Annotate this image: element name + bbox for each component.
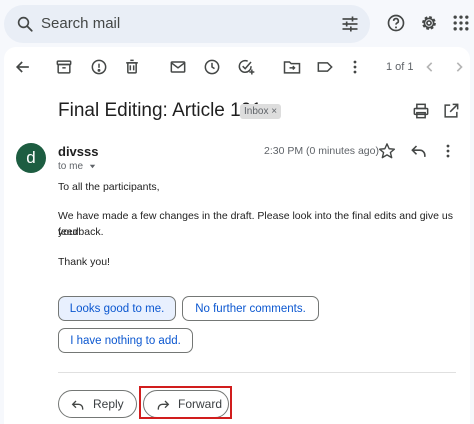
sender-name: divsss bbox=[58, 144, 99, 159]
smart-reply-chip[interactable]: Looks good to me. bbox=[58, 296, 176, 321]
chevron-down-icon[interactable] bbox=[88, 162, 97, 171]
smart-reply-chip[interactable]: I have nothing to add. bbox=[58, 328, 193, 353]
reply-icon bbox=[70, 397, 86, 413]
body-line: To all the participants, bbox=[58, 181, 160, 193]
search-input[interactable]: Search mail bbox=[41, 15, 120, 32]
delete-icon[interactable] bbox=[122, 57, 142, 77]
back-icon[interactable] bbox=[13, 57, 33, 77]
email-subject: Final Editing: Article 101 bbox=[58, 100, 262, 121]
divider bbox=[58, 372, 456, 373]
open-new-window-icon[interactable] bbox=[441, 101, 461, 121]
smart-reply-chip[interactable]: No further comments. bbox=[182, 296, 319, 321]
star-icon[interactable] bbox=[377, 141, 397, 161]
highlight-box bbox=[139, 386, 232, 419]
reply-label: Reply bbox=[93, 397, 124, 411]
search-icon[interactable] bbox=[16, 15, 34, 33]
reply-icon[interactable] bbox=[409, 141, 429, 161]
move-to-icon[interactable] bbox=[282, 57, 302, 77]
message-time: 2:30 PM (0 minutes ago) bbox=[264, 145, 379, 157]
help-icon[interactable] bbox=[386, 13, 406, 33]
more-icon[interactable] bbox=[438, 141, 458, 161]
report-spam-icon[interactable] bbox=[89, 57, 109, 77]
body-line: Thank you! bbox=[58, 256, 110, 268]
search-bar[interactable]: Search mail bbox=[4, 5, 370, 43]
more-icon[interactable] bbox=[345, 57, 365, 77]
next-icon[interactable] bbox=[449, 57, 469, 77]
print-icon[interactable] bbox=[411, 101, 431, 121]
recipient-label: to me bbox=[58, 161, 84, 172]
body-line: We have made a few changes in the draft.… bbox=[58, 210, 453, 238]
label-icon[interactable] bbox=[315, 57, 335, 77]
body-line: feedback. bbox=[58, 226, 104, 238]
reply-button[interactable]: Reply bbox=[58, 390, 137, 418]
filter-icon[interactable] bbox=[340, 14, 360, 34]
add-task-icon[interactable] bbox=[236, 57, 256, 77]
message-count: 1 of 1 bbox=[386, 61, 414, 73]
mark-unread-icon[interactable] bbox=[168, 57, 188, 77]
apps-icon[interactable] bbox=[451, 13, 471, 33]
settings-icon[interactable] bbox=[419, 13, 439, 33]
prev-icon[interactable] bbox=[420, 57, 440, 77]
inbox-label[interactable]: Inbox × bbox=[240, 104, 282, 119]
avatar: d bbox=[16, 143, 46, 173]
archive-icon[interactable] bbox=[54, 57, 74, 77]
snooze-icon[interactable] bbox=[202, 57, 222, 77]
recipient-details[interactable]: to me bbox=[58, 161, 97, 172]
